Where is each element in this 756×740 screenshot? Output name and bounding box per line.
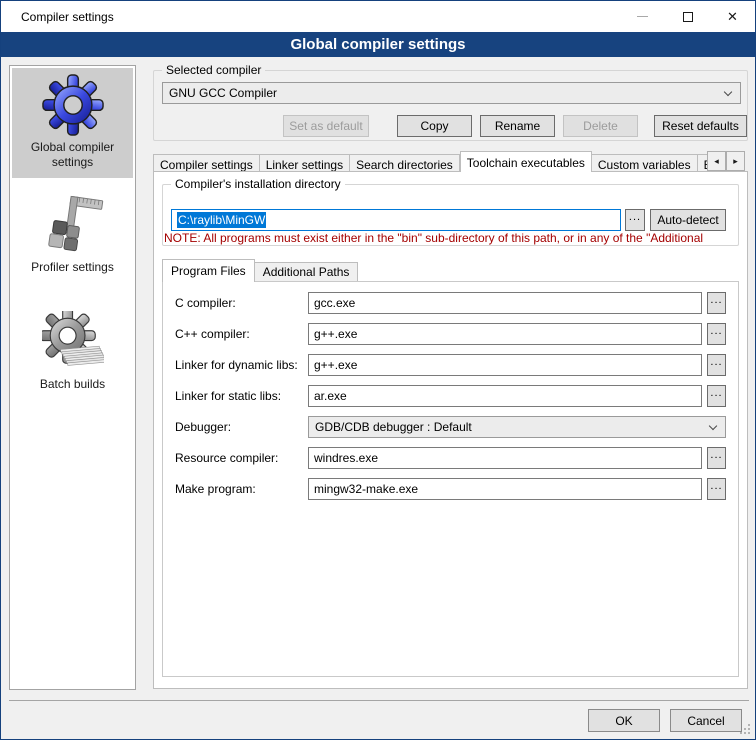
field-row-make-program: Make program: mingw32-make.exe ... bbox=[163, 478, 738, 500]
sidebar-item-label: Profiler settings bbox=[14, 260, 131, 275]
reset-defaults-button[interactable]: Reset defaults bbox=[654, 115, 747, 137]
set-as-default-button[interactable]: Set as default bbox=[283, 115, 369, 137]
debugger-select[interactable]: GDB/CDB debugger : Default bbox=[308, 416, 726, 438]
tab-build-options[interactable]: Build bbox=[698, 154, 707, 172]
field-label: Make program: bbox=[175, 482, 256, 496]
ok-button[interactable]: OK bbox=[588, 709, 660, 732]
selected-compiler-group: Selected compiler GNU GCC Compiler Set a… bbox=[153, 70, 748, 141]
field-label: C compiler: bbox=[175, 296, 236, 310]
minimize-icon bbox=[637, 16, 648, 17]
field-row-resource-compiler: Resource compiler: windres.exe ... bbox=[163, 447, 738, 469]
tab-scroll-right-button[interactable] bbox=[726, 151, 745, 171]
linker-dynamic-browse-button[interactable]: ... bbox=[707, 354, 726, 376]
tab-compiler-settings[interactable]: Compiler settings bbox=[153, 154, 260, 172]
window-controls bbox=[620, 1, 755, 32]
maximize-button[interactable] bbox=[665, 1, 710, 32]
cpp-compiler-browse-button[interactable]: ... bbox=[707, 323, 726, 345]
field-row-debugger: Debugger: GDB/CDB debugger : Default bbox=[163, 416, 738, 438]
field-label: Linker for dynamic libs: bbox=[175, 358, 298, 372]
minimize-button[interactable] bbox=[620, 1, 665, 32]
field-value: g++.exe bbox=[314, 327, 357, 341]
resource-compiler-browse-button[interactable]: ... bbox=[707, 447, 726, 469]
resize-grip[interactable] bbox=[748, 732, 750, 734]
program-files-page: C compiler: gcc.exe ... C++ compiler: g+… bbox=[162, 281, 739, 677]
auto-detect-button[interactable]: Auto-detect bbox=[650, 209, 726, 231]
tab-additional-paths[interactable]: Additional Paths bbox=[255, 262, 359, 282]
linker-static-input[interactable]: ar.exe bbox=[308, 385, 702, 407]
sidebar-item-profiler-settings[interactable]: Profiler settings bbox=[12, 188, 133, 283]
make-program-input[interactable]: mingw32-make.exe bbox=[308, 478, 702, 500]
field-label: Resource compiler: bbox=[175, 451, 278, 465]
tab-toolchain-executables[interactable]: Toolchain executables bbox=[460, 151, 592, 172]
maximize-icon bbox=[683, 12, 693, 22]
chevron-down-icon bbox=[724, 88, 732, 96]
selected-compiler-group-title: Selected compiler bbox=[162, 63, 265, 77]
close-button[interactable] bbox=[710, 1, 755, 32]
chevron-down-icon bbox=[709, 422, 717, 430]
install-directory-input[interactable]: C:\raylib\MinGW bbox=[171, 209, 621, 231]
linker-static-browse-button[interactable]: ... bbox=[707, 385, 726, 407]
linker-dynamic-input[interactable]: g++.exe bbox=[308, 354, 702, 376]
gear-stack-icon bbox=[14, 311, 131, 373]
make-program-browse-button[interactable]: ... bbox=[707, 478, 726, 500]
compiler-select[interactable]: GNU GCC Compiler bbox=[162, 82, 741, 104]
tab-custom-variables[interactable]: Custom variables bbox=[592, 154, 698, 172]
install-directory-value: C:\raylib\MinGW bbox=[177, 212, 266, 228]
sidebar-item-global-compiler-settings[interactable]: Global compiler settings bbox=[12, 68, 133, 178]
field-value: gcc.exe bbox=[314, 296, 355, 310]
field-label: Debugger: bbox=[175, 420, 231, 434]
c-compiler-input[interactable]: gcc.exe bbox=[308, 292, 702, 314]
resource-compiler-input[interactable]: windres.exe bbox=[308, 447, 702, 469]
tab-program-files[interactable]: Program Files bbox=[162, 259, 255, 282]
field-label: C++ compiler: bbox=[175, 327, 250, 341]
page-title: Global compiler settings bbox=[290, 36, 465, 53]
field-row-cpp-compiler: C++ compiler: g++.exe ... bbox=[163, 323, 738, 345]
c-compiler-browse-button[interactable]: ... bbox=[707, 292, 726, 314]
field-row-c-compiler: C compiler: gcc.exe ... bbox=[163, 292, 738, 314]
sidebar-item-batch-builds[interactable]: Batch builds bbox=[12, 305, 133, 400]
field-value: g++.exe bbox=[314, 358, 357, 372]
install-directory-group-title: Compiler's installation directory bbox=[171, 177, 345, 191]
field-row-linker-static: Linker for static libs: ar.exe ... bbox=[163, 385, 738, 407]
cpp-compiler-input[interactable]: g++.exe bbox=[308, 323, 702, 345]
toolchain-executables-page: Compiler's installation directory C:\ray… bbox=[153, 171, 748, 689]
compiler-settings-dialog: Compiler settings Global compiler settin… bbox=[0, 0, 756, 740]
copy-button[interactable]: Copy bbox=[397, 115, 472, 137]
window-title: Compiler settings bbox=[21, 10, 114, 24]
debugger-select-value: GDB/CDB debugger : Default bbox=[315, 420, 472, 434]
titlebar: Compiler settings bbox=[1, 1, 755, 32]
field-value: ar.exe bbox=[314, 389, 347, 403]
cancel-button[interactable]: Cancel bbox=[670, 709, 742, 732]
gear-blue-icon bbox=[14, 74, 131, 136]
footer-divider bbox=[9, 700, 749, 701]
header-band: Global compiler settings bbox=[1, 32, 755, 57]
field-value: mingw32-make.exe bbox=[314, 482, 418, 496]
tab-linker-settings[interactable]: Linker settings bbox=[260, 154, 350, 172]
caliper-icon bbox=[14, 194, 131, 256]
install-directory-browse-button[interactable]: ... bbox=[625, 209, 645, 231]
tab-scroll-left-button[interactable] bbox=[707, 151, 726, 171]
program-files-tabstrip: Program FilesAdditional Paths bbox=[162, 259, 358, 282]
close-icon bbox=[727, 9, 738, 25]
sidebar-item-label: Global compiler settings bbox=[14, 140, 131, 170]
tab-search-directories[interactable]: Search directories bbox=[350, 154, 460, 172]
field-row-linker-dynamic: Linker for dynamic libs: g++.exe ... bbox=[163, 354, 738, 376]
main-tabstrip: Compiler settingsLinker settingsSearch d… bbox=[153, 148, 707, 172]
bin-directory-note: NOTE: All programs must exist either in … bbox=[164, 231, 746, 245]
compiler-select-value: GNU GCC Compiler bbox=[169, 86, 277, 100]
field-value: windres.exe bbox=[314, 451, 378, 465]
field-label: Linker for static libs: bbox=[175, 389, 281, 403]
rename-button[interactable]: Rename bbox=[480, 115, 555, 137]
delete-button[interactable]: Delete bbox=[563, 115, 638, 137]
sidebar: Global compiler settings Profiler sett bbox=[9, 65, 136, 690]
sidebar-item-label: Batch builds bbox=[14, 377, 131, 392]
